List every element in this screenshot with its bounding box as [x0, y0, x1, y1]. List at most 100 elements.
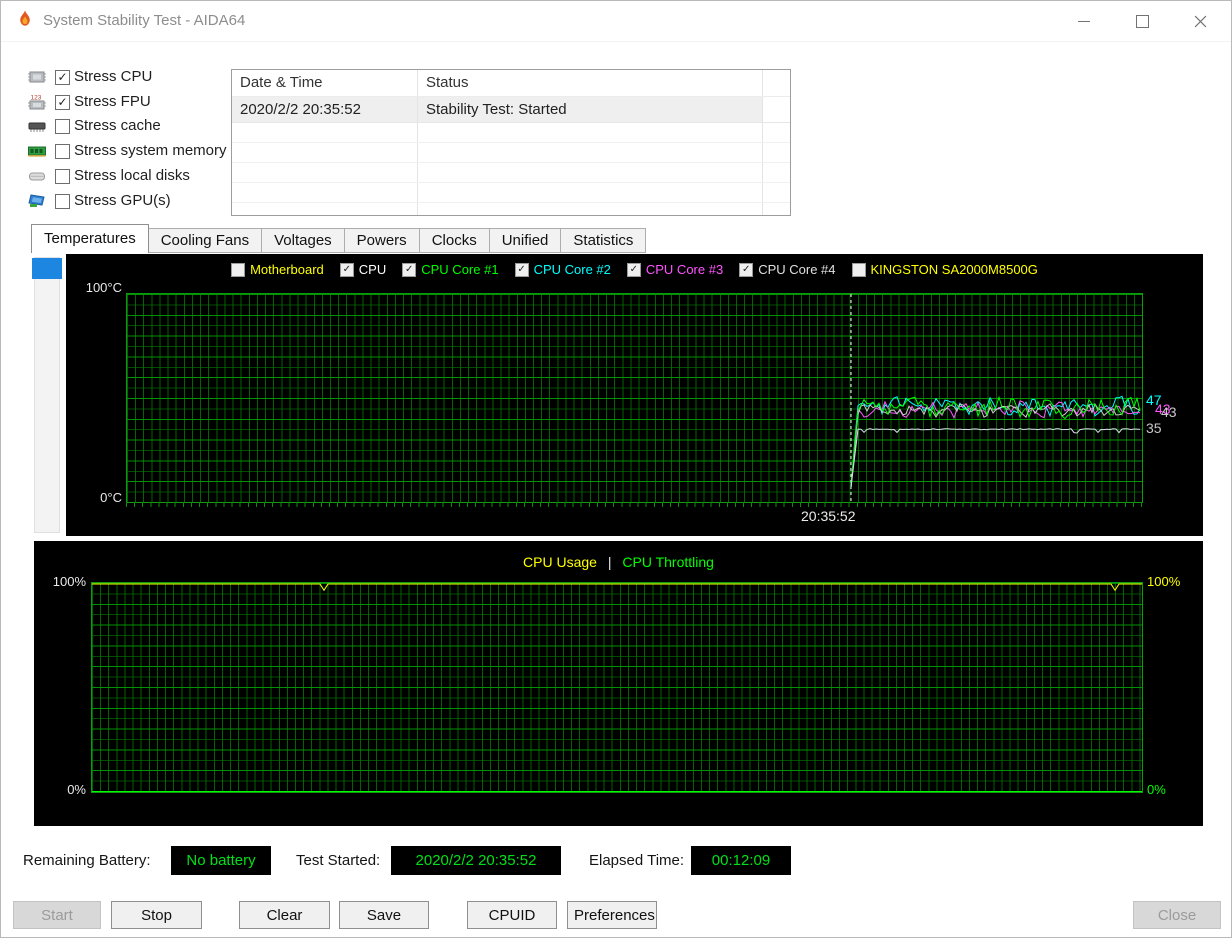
legend-label: Motherboard: [250, 262, 324, 277]
log-date-cell: 2020/2/2 20:35:52: [232, 97, 418, 122]
log-row[interactable]: 2020/2/2 20:35:52 Stability Test: Started: [232, 97, 790, 123]
checkbox-stress-cpu[interactable]: ✓: [55, 70, 70, 85]
legend-label: CPU Core #2: [533, 262, 611, 277]
legend-item: KINGSTON SA2000M8500G: [851, 262, 1038, 277]
tab-unified[interactable]: Unified: [489, 228, 562, 253]
column-header-date-time[interactable]: Date & Time: [232, 70, 418, 96]
log-row-empty: [232, 203, 790, 215]
legend-cpu-throttling: CPU Throttling: [622, 554, 714, 570]
log-row-empty: [232, 123, 790, 143]
cpu-usage-plot: [91, 582, 1143, 793]
test-started-value: 2020/2/2 20:35:52: [391, 846, 561, 875]
temp-axis-min-label: 0°C: [100, 490, 122, 505]
legend-checkbox-cpu-core-4[interactable]: ✓: [739, 262, 754, 277]
legend-item: Motherboard: [231, 262, 324, 277]
scrollbar-thumb[interactable]: [32, 258, 62, 279]
stress-option-label: Stress CPU: [74, 68, 153, 85]
stress-option-stress-cache: Stress cache: [27, 116, 229, 138]
cache-icon: [27, 117, 47, 135]
checkbox-stress-fpu[interactable]: ✓: [55, 94, 70, 110]
stress-options-list: ✓ Stress CPU 123 ✓ Stress FPU Stress cache Str…: [27, 67, 229, 219]
stress-option-label: Stress local disks: [74, 166, 190, 184]
legend-checkbox-cpu-core-2[interactable]: ✓: [514, 262, 529, 277]
checkbox-stress-cache[interactable]: [55, 119, 70, 135]
close-window-button[interactable]: [1183, 5, 1217, 37]
checkbox-stress-system-memory[interactable]: [55, 144, 70, 160]
log-row-empty: [232, 163, 790, 183]
start-button: Start: [13, 901, 101, 929]
log-row-empty: [232, 143, 790, 163]
window-title: System Stability Test - AIDA64: [43, 12, 246, 29]
preferences-button[interactable]: Preferences: [567, 901, 657, 929]
legend-checkbox-cpu-core-3[interactable]: ✓: [626, 262, 641, 277]
stress-option-stress-cpu: ✓ Stress CPU: [27, 67, 229, 89]
legend-separator: |: [607, 554, 612, 570]
title-bar: System Stability Test - AIDA64: [1, 1, 1231, 42]
event-log-table: Date & Time Status 2020/2/2 20:35:52 Stabi…: [231, 69, 791, 216]
tab-clocks[interactable]: Clocks: [419, 228, 490, 253]
usage-legend: CPU Usage | CPU Throttling: [34, 554, 1203, 570]
legend-item: ✓ CPU Core #1: [402, 262, 499, 277]
aida64-flame-icon: [14, 9, 36, 33]
tab-powers[interactable]: Powers: [344, 228, 420, 253]
legend-label: KINGSTON SA2000M8500G: [870, 262, 1038, 277]
tab-cooling-fans[interactable]: Cooling Fans: [148, 228, 263, 253]
legend-checkbox-motherboard[interactable]: [231, 262, 246, 277]
legend-checkbox-cpu[interactable]: ✓: [339, 262, 354, 277]
stop-button[interactable]: Stop: [111, 901, 202, 929]
stress-option-label: Stress system memory: [74, 142, 227, 160]
gpu-icon: [27, 192, 47, 210]
checkbox-stress-local-disks[interactable]: [55, 168, 70, 184]
legend-item: ✓ CPU Core #4: [739, 262, 836, 277]
temperature-plot: [126, 293, 1143, 503]
column-header-status[interactable]: Status: [418, 70, 763, 96]
log-row-empty: [232, 183, 790, 203]
legend-item: ✓ CPU Core #2: [514, 262, 611, 277]
minimize-button[interactable]: [1067, 5, 1101, 37]
legend-item: ✓ CPU: [339, 262, 386, 277]
legend-checkbox-cpu-core-1[interactable]: ✓: [402, 262, 417, 277]
log-table-body: 2020/2/2 20:35:52 Stability Test: Started: [232, 97, 790, 215]
log-table-header: Date & Time Status: [232, 70, 790, 97]
test-started-label: Test Started:: [296, 852, 381, 869]
minimize-icon: [1078, 20, 1090, 22]
tab-voltages[interactable]: Voltages: [262, 228, 345, 253]
cpu-usage-chart-panel: CPU Usage | CPU Throttling 100% 0% 100% …: [34, 541, 1203, 826]
remaining-battery-value: No battery: [171, 846, 271, 875]
usage-axis-right-max-label: 100%: [1147, 574, 1181, 589]
stress-option-stress-local-disks: Stress local disks: [27, 166, 229, 188]
current-value: 35: [1146, 420, 1162, 437]
legend-label: CPU Core #1: [421, 262, 499, 277]
legend-checkbox-kingston-sa2000m8500g[interactable]: [851, 262, 866, 277]
chart-scrollbar[interactable]: [32, 257, 62, 533]
stress-option-label: Stress cache: [74, 117, 161, 135]
legend-cpu-usage: CPU Usage: [523, 554, 597, 570]
usage-axis-left-max-label: 100%: [52, 574, 86, 589]
maximize-icon: [1135, 14, 1149, 28]
stress-option-stress-gpu-s: Stress GPU(s): [27, 191, 229, 213]
temp-axis-max-label: 100°C: [85, 280, 122, 295]
clear-button[interactable]: Clear: [239, 901, 330, 929]
usage-axis-left-min-label: 0%: [67, 782, 86, 797]
stress-option-stress-fpu: 123 ✓ Stress FPU: [27, 92, 229, 114]
legend-label: CPU Core #3: [645, 262, 724, 277]
close-icon: [1194, 15, 1206, 27]
cpuid-button[interactable]: CPUID: [467, 901, 557, 929]
maximize-button[interactable]: [1125, 5, 1159, 37]
test-start-time-marker: 20:35:52: [801, 508, 856, 524]
app-window: System Stability Test - AIDA64 ✓ Stress C…: [0, 0, 1232, 938]
save-button[interactable]: Save: [339, 901, 429, 929]
svg-text:123: 123: [31, 94, 42, 101]
legend-item: ✓ CPU Core #3: [626, 262, 724, 277]
usage-series-lines: [92, 583, 1142, 792]
legend-label: CPU Core #4: [758, 262, 836, 277]
stress-option-stress-system-memory: Stress system memory: [27, 141, 229, 163]
tab-statistics[interactable]: Statistics: [561, 228, 647, 253]
x-axis-ticks: [126, 502, 1142, 507]
checkbox-stress-gpu-s[interactable]: [55, 193, 70, 209]
elapsed-time-label: Elapsed Time:: [589, 852, 685, 869]
tab-temperatures[interactable]: Temperatures: [31, 224, 149, 253]
stress-option-label: Stress FPU: [74, 92, 151, 110]
cpu-icon: [27, 68, 47, 86]
usage-axis-right-min-label: 0%: [1147, 782, 1166, 797]
